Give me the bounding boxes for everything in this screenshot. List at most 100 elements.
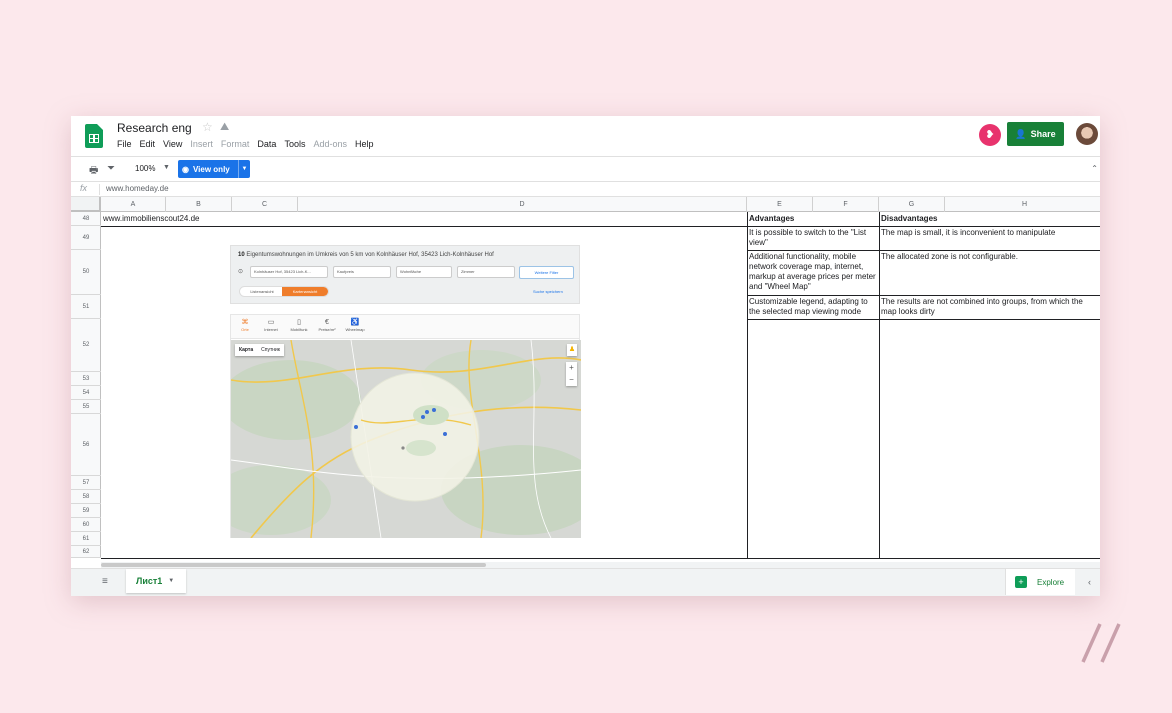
- row-header[interactable]: 52: [71, 319, 101, 372]
- column-header[interactable]: H: [945, 197, 1100, 212]
- embed-tab-preise: € Preise/m²: [315, 319, 339, 332]
- row-header[interactable]: 49: [71, 226, 101, 250]
- cell-g50[interactable]: The allocated zone is not configurable.: [881, 252, 1099, 262]
- column-header[interactable]: C: [232, 197, 298, 212]
- column-header[interactable]: G: [879, 197, 945, 212]
- map-zoom-control: + −: [566, 362, 577, 386]
- all-sheets-icon[interactable]: ≡: [102, 576, 108, 587]
- embedded-map-screenshot: ⌘ Orte ▭ Internet ▯ Mobilfunk € Preise/m² ♿ W…: [230, 314, 581, 538]
- cell-e50[interactable]: Additional functionality, mobile network…: [749, 252, 878, 292]
- zoom-in-icon: +: [569, 363, 574, 372]
- column-header[interactable]: E: [747, 197, 813, 212]
- phone-icon: ▯: [297, 319, 301, 326]
- euro-icon: €: [325, 319, 329, 326]
- collapse-menu-icon[interactable]: ⌃: [1091, 164, 1098, 173]
- chevron-down-icon[interactable]: ▼: [168, 578, 174, 584]
- map-image: Карта Спутник ♟ + −: [231, 340, 581, 538]
- row-header[interactable]: 60: [71, 518, 101, 532]
- filter-icon[interactable]: ⏷: [107, 163, 115, 174]
- cell-border: [747, 319, 1100, 320]
- row-header[interactable]: 50: [71, 250, 101, 295]
- map-type-map: Карта: [239, 347, 254, 353]
- menu-file[interactable]: File: [117, 139, 132, 149]
- spreadsheet-window: Research eng ☆ ⛰ File Edit View Insert F…: [71, 116, 1100, 596]
- embed-save-search: Suche speichern: [533, 289, 563, 294]
- sheet-tab-bar: ≡ Лист1 ▼ + Explore ‹: [71, 568, 1100, 596]
- menu-view[interactable]: View: [163, 139, 182, 149]
- menu-tools[interactable]: Tools: [284, 139, 305, 149]
- select-all-corner[interactable]: [71, 197, 101, 212]
- cell-e51[interactable]: Customizable legend, adapting to the sel…: [749, 297, 878, 317]
- cell-border: [101, 226, 1100, 227]
- move-to-drive-icon[interactable]: ⛰: [220, 121, 229, 134]
- column-header[interactable]: D: [298, 197, 747, 212]
- view-only-label: View only: [192, 164, 230, 174]
- row-header[interactable]: 57: [71, 476, 101, 490]
- embed-map-view: Kartenansicht: [282, 287, 328, 296]
- zoom-out-icon: −: [569, 375, 574, 384]
- share-button[interactable]: 👤 Share: [1007, 122, 1064, 146]
- menu-insert[interactable]: Insert: [190, 139, 213, 149]
- embed-area-select: Wohnfläche: [396, 266, 452, 278]
- cell-e48[interactable]: Advantages: [749, 214, 794, 224]
- document-title[interactable]: Research eng: [117, 121, 192, 135]
- cell-g51[interactable]: The results are not combined into groups…: [881, 297, 1099, 317]
- map-terrain: [231, 340, 581, 538]
- cell-a48[interactable]: www.immobilienscout24.de: [103, 214, 200, 224]
- cell-grid[interactable]: www.immobilienscout24.de Advantages Disa…: [101, 212, 1100, 559]
- column-header[interactable]: B: [166, 197, 232, 212]
- view-only-button[interactable]: ◉ View only ▼: [178, 160, 250, 178]
- pin-icon: ⌘: [241, 319, 249, 326]
- assistant-extension-icon[interactable]: ❥: [979, 124, 1001, 146]
- row-header[interactable]: 55: [71, 400, 101, 414]
- embed-view-toggle: Listenansicht Kartenansicht: [239, 286, 329, 297]
- column-header[interactable]: F: [813, 197, 879, 212]
- star-icon[interactable]: ☆: [202, 120, 213, 134]
- formula-input[interactable]: www.homeday.de: [106, 184, 169, 193]
- column-header[interactable]: A: [101, 197, 166, 212]
- cell-border: [101, 558, 1100, 559]
- map-type-control: Карта Спутник: [235, 344, 284, 356]
- sheet-tab-label: Лист1: [136, 576, 163, 586]
- cell-g48[interactable]: Disadvantages: [881, 214, 937, 224]
- menu-addons[interactable]: Add-ons: [313, 139, 347, 149]
- menu-help[interactable]: Help: [355, 139, 374, 149]
- row-header[interactable]: 62: [71, 546, 101, 558]
- share-label: Share: [1030, 129, 1056, 139]
- sheet-tab[interactable]: Лист1 ▼: [126, 569, 186, 593]
- formula-bar: fx www.homeday.de: [71, 182, 1100, 197]
- row-header[interactable]: 53: [71, 372, 101, 386]
- toolbar: 🖶 ⏷ 100% ▼ ◉ View only ▼ ⌃: [71, 156, 1100, 182]
- print-icon[interactable]: 🖶: [89, 163, 98, 180]
- cell-g49[interactable]: The map is small, it is inconvenient to …: [881, 228, 1099, 238]
- zoom-select[interactable]: 100%: [135, 164, 155, 173]
- chevron-left-icon[interactable]: ‹: [1088, 577, 1091, 587]
- row-header[interactable]: 59: [71, 504, 101, 518]
- embed-location-select: Kolnhäuser Hof, 35423 Lich-K...: [250, 266, 328, 278]
- menu-data[interactable]: Data: [257, 139, 276, 149]
- explore-icon: +: [1015, 576, 1027, 588]
- embed-title-text: Eigentumswohnungen im Umkreis von 5 km v…: [246, 252, 494, 258]
- explore-button[interactable]: + Explore: [1005, 569, 1075, 595]
- row-header[interactable]: 61: [71, 532, 101, 546]
- cell-border: [747, 295, 1100, 296]
- chevron-down-icon[interactable]: ▼: [163, 164, 170, 171]
- row-header[interactable]: 56: [71, 414, 101, 476]
- row-header[interactable]: 48: [71, 212, 101, 226]
- embed-tab-internet: ▭ Internet: [259, 319, 283, 332]
- menu-edit[interactable]: Edit: [140, 139, 156, 149]
- pegman-icon: ♟: [567, 344, 577, 356]
- avatar[interactable]: [1076, 123, 1098, 145]
- explore-label: Explore: [1037, 577, 1065, 587]
- scrollbar-thumb[interactable]: [101, 563, 486, 567]
- chevron-down-icon[interactable]: ▼: [238, 160, 250, 178]
- brand-slash-icon: [1081, 623, 1121, 663]
- sheets-logo-icon[interactable]: [85, 124, 103, 148]
- cell-e49[interactable]: It is possible to switch to the "List vi…: [749, 228, 878, 248]
- row-header[interactable]: 54: [71, 386, 101, 400]
- embed-rooms-select: Zimmer: [457, 266, 515, 278]
- menu-format[interactable]: Format: [221, 139, 250, 149]
- row-header[interactable]: 51: [71, 295, 101, 319]
- embed-more-filters-button: Weitere Filter: [519, 266, 574, 279]
- row-header[interactable]: 58: [71, 490, 101, 504]
